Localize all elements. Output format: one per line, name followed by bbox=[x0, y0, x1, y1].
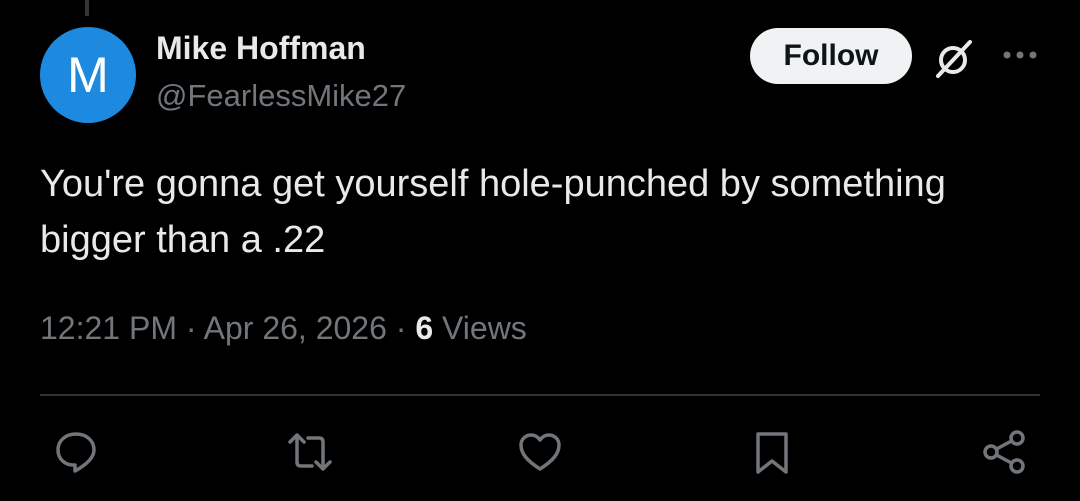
meta-separator: · bbox=[395, 310, 407, 346]
grok-icon[interactable] bbox=[930, 36, 976, 82]
views-label: Views bbox=[442, 310, 527, 346]
avatar-letter: M bbox=[67, 47, 109, 103]
tweet-text: You're gonna get yourself hole-punched b… bbox=[40, 163, 946, 261]
follow-button[interactable]: Follow bbox=[750, 28, 912, 84]
share-icon[interactable] bbox=[980, 428, 1028, 476]
avatar[interactable]: M bbox=[40, 27, 136, 123]
like-icon[interactable] bbox=[516, 428, 564, 476]
views-count: 6 bbox=[415, 310, 434, 346]
more-icon[interactable] bbox=[1000, 40, 1040, 70]
retweet-icon[interactable] bbox=[286, 428, 334, 476]
reply-icon[interactable] bbox=[52, 428, 100, 476]
author-handle[interactable]: @FearlessMike27 bbox=[156, 78, 406, 114]
meta-separator: · bbox=[185, 310, 197, 346]
author-display-name[interactable]: Mike Hoffman bbox=[156, 30, 366, 67]
divider bbox=[40, 394, 1040, 396]
tweet-time[interactable]: 12:21 PM bbox=[40, 310, 177, 346]
tweet-meta: 12:21 PM · Apr 26, 2026 · 6 Views bbox=[40, 310, 527, 347]
thread-connector-line bbox=[85, 0, 89, 16]
bookmark-icon[interactable] bbox=[748, 428, 796, 476]
tweet-date[interactable]: Apr 26, 2026 bbox=[204, 310, 387, 346]
